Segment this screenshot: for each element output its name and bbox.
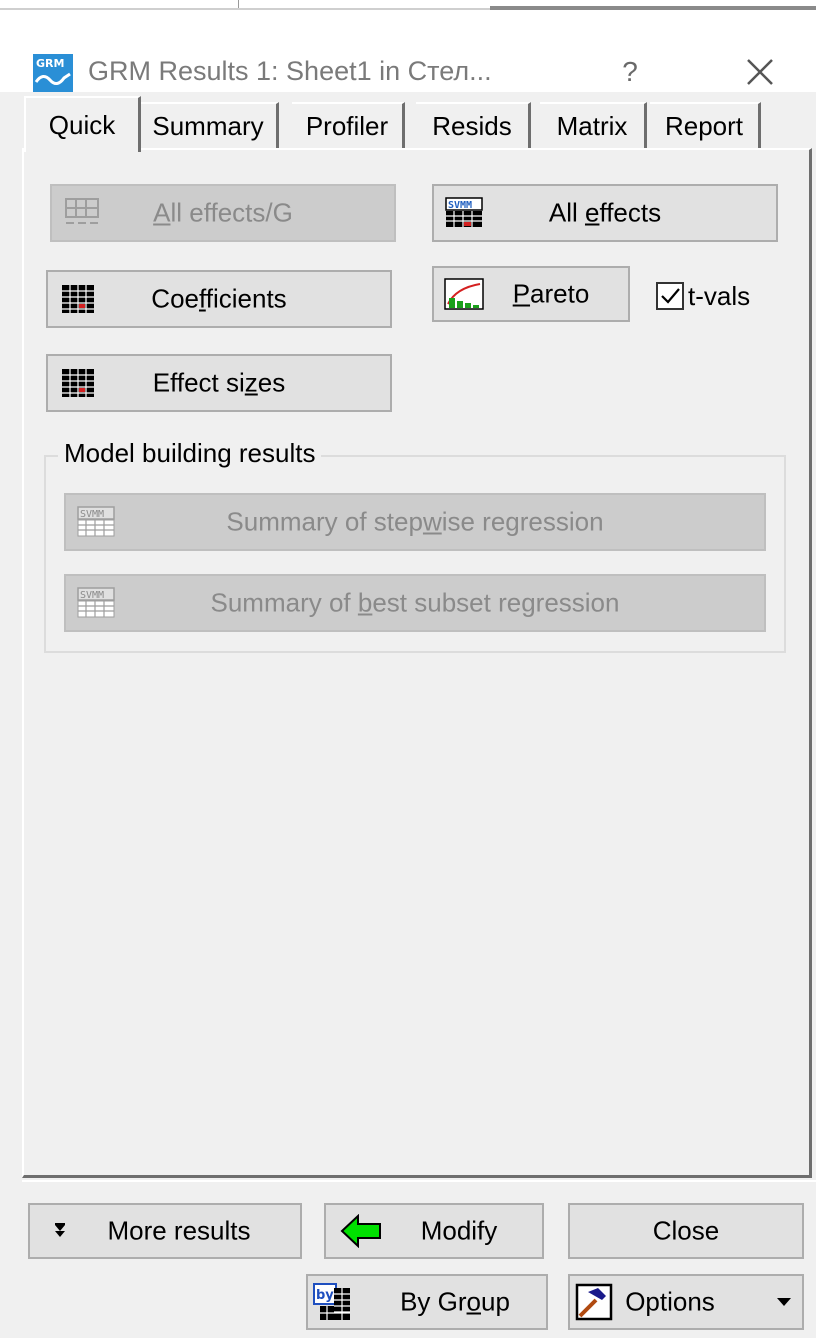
pareto-button[interactable]: Pareto — [432, 266, 630, 322]
tab-label: Quick — [48, 109, 116, 140]
tab-summary[interactable]: Summary — [140, 102, 279, 148]
svg-text:GRM: GRM — [36, 57, 64, 70]
checkbox-box[interactable] — [656, 282, 684, 310]
tvals-checkbox[interactable]: t-vals — [656, 278, 750, 314]
button-label: Options — [625, 1286, 715, 1317]
by-group-icon: by — [313, 1283, 350, 1320]
more-results-button[interactable]: More results — [28, 1203, 302, 1259]
button-label: Pareto — [512, 278, 590, 309]
tab-strip: Quick Summary Profiler Resids Matrix Rep… — [24, 96, 816, 152]
tab-label: Resids — [432, 110, 512, 141]
svg-text:by: by — [316, 1288, 334, 1303]
tab-matrix[interactable]: Matrix — [540, 102, 647, 148]
tab-resids[interactable]: Resids — [416, 102, 531, 148]
options-button[interactable]: Options — [568, 1274, 804, 1330]
top-line-dark — [490, 6, 816, 10]
checkmark-icon — [661, 288, 680, 304]
tvals-label: t-vals — [688, 280, 751, 311]
tab-label: Report — [664, 110, 744, 141]
by-group-button[interactable]: by By Group — [306, 1274, 548, 1330]
dropdown-arrow-icon[interactable] — [776, 1297, 792, 1307]
tab-label: Matrix — [556, 110, 628, 141]
modify-button[interactable]: Modify — [324, 1203, 544, 1259]
coefficients-button[interactable]: Coefficients — [46, 270, 392, 328]
grm-app-icon: GRM — [33, 54, 73, 92]
window-title: GRM Results 1: Sheet1 in Стел... — [88, 56, 492, 86]
close-button[interactable]: Close — [568, 1203, 804, 1259]
top-strip — [0, 0, 816, 16]
button-label: Coefficients — [151, 283, 287, 314]
title-bar[interactable]: GRM GRM Results 1: Sheet1 in Стел... ? — [0, 16, 816, 92]
button-label: More results — [107, 1215, 251, 1246]
all-effects-button[interactable]: SVMM All effects — [432, 184, 778, 242]
button-label: All effects/G — [153, 197, 293, 228]
tab-profiler[interactable]: Profiler — [292, 102, 405, 148]
model-building-title: Model building results — [58, 438, 322, 469]
button-label: By Group — [400, 1286, 510, 1317]
button-label: Modify — [420, 1215, 498, 1246]
top-tick — [238, 0, 239, 8]
button-label: Summary of stepwise regression — [226, 506, 604, 537]
top-line — [0, 8, 490, 10]
stepwise-summary-button[interactable]: SVMM Summary of stepwise regression — [64, 493, 766, 551]
tab-label: Summary — [152, 110, 264, 141]
button-label: All effects — [548, 197, 662, 228]
button-label: Close — [652, 1215, 720, 1246]
tab-quick[interactable]: Quick — [24, 96, 141, 152]
tab-label: Profiler — [305, 110, 389, 141]
button-label: Summary of best subset regression — [210, 587, 620, 618]
all-effects-g-button[interactable]: All effects/G — [50, 184, 396, 242]
effect-sizes-button[interactable]: Effect sizes — [46, 354, 392, 412]
footer-separator — [22, 1180, 816, 1182]
close-window-icon[interactable] — [738, 50, 782, 94]
tab-report[interactable]: Report — [650, 102, 761, 148]
help-button[interactable]: ? — [608, 50, 652, 94]
best-subset-summary-button[interactable]: SVMM Summary of best subset regression — [64, 574, 766, 632]
button-label: Effect sizes — [152, 367, 286, 398]
